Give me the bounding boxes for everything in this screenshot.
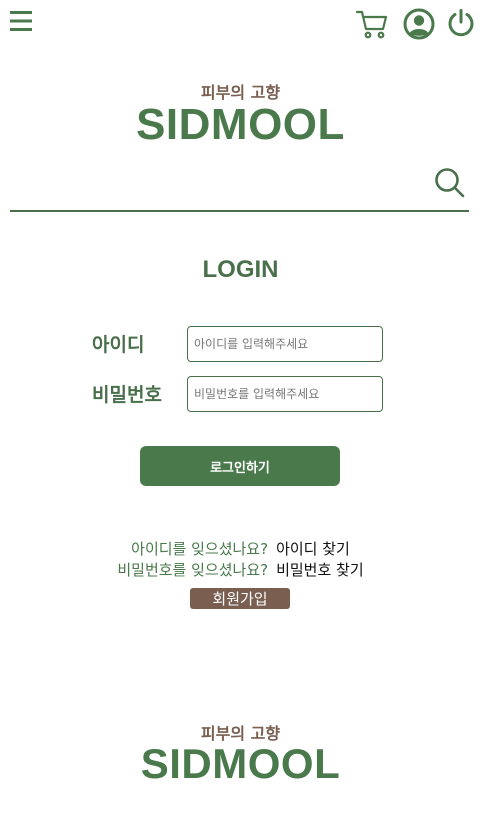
signup-button[interactable]: 회원가입 [190, 588, 290, 609]
menu-icon[interactable] [8, 9, 34, 33]
footer-logo: SIDMOOL [140, 740, 341, 787]
find-password-link[interactable]: 비밀번호 찾기 [276, 561, 364, 579]
find-password-question: 비밀번호를 잊으셨나요? [117, 561, 269, 579]
find-id-row: 아이디를 잊으셨나요? 아이디 찾기 [0, 538, 481, 559]
find-id-question: 아이디를 잊으셨나요? [131, 540, 269, 558]
login-title: LOGIN [202, 256, 279, 283]
cart-icon[interactable] [355, 8, 389, 40]
power-icon[interactable] [446, 8, 476, 38]
password-input[interactable] [187, 376, 383, 412]
search-underline [10, 210, 469, 212]
brand-logo[interactable]: SIDMOOL [0, 100, 481, 150]
user-icon[interactable] [403, 8, 435, 40]
search-icon[interactable] [432, 166, 466, 200]
find-password-row: 비밀번호를 잊으셨나요? 비밀번호 찾기 [0, 559, 481, 580]
find-id-link[interactable]: 아이디 찾기 [276, 540, 350, 558]
password-label: 비밀번호 [92, 384, 162, 406]
id-label: 아이디 [92, 334, 145, 356]
login-button[interactable]: 로그인하기 [140, 446, 340, 486]
search-input[interactable] [10, 162, 429, 204]
id-input[interactable] [187, 326, 383, 362]
